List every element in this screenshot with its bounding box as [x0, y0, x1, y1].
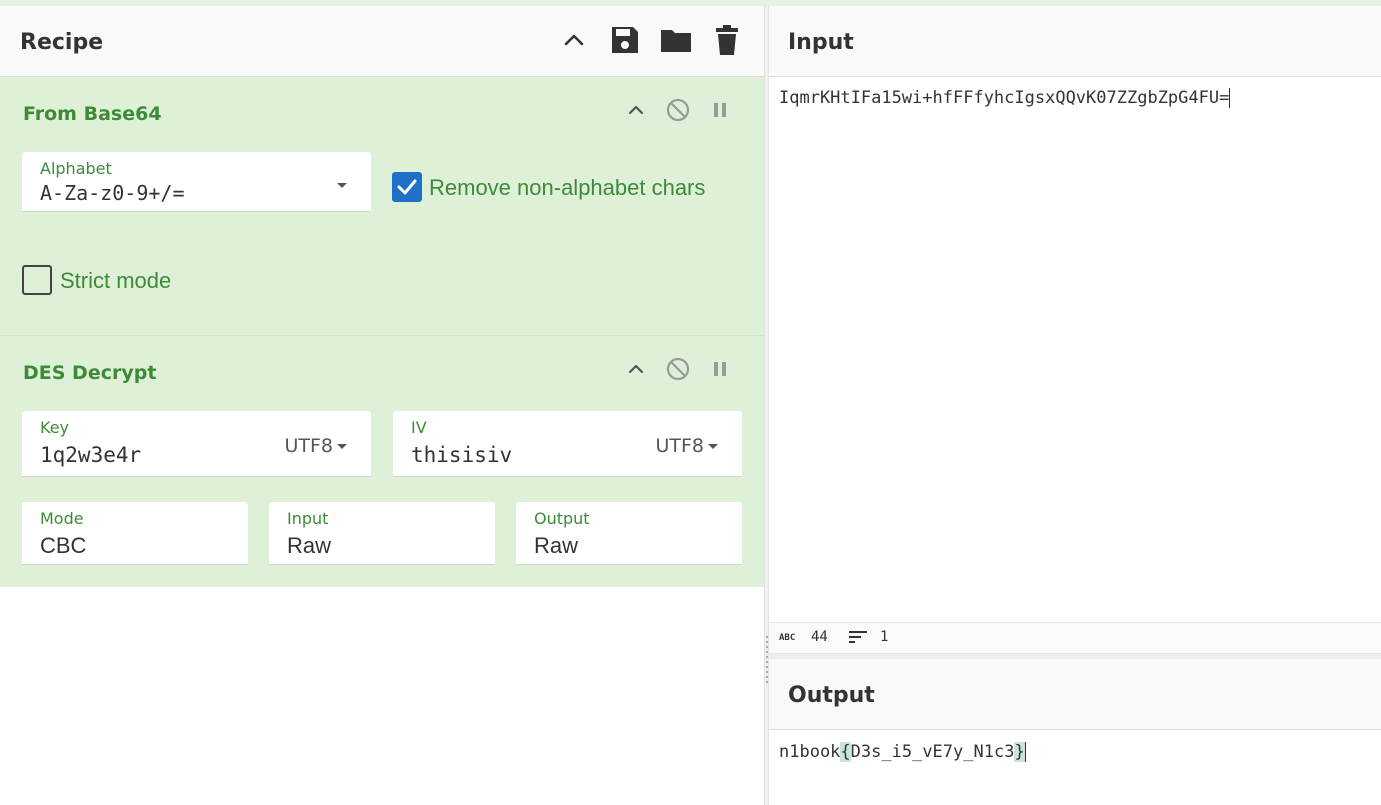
operation-title: DES Decrypt — [23, 362, 157, 384]
key-encoding-dropdown[interactable]: UTF8 — [284, 435, 347, 457]
char-count: 44 — [811, 629, 828, 645]
line-count-icon — [849, 629, 869, 649]
input-textarea[interactable]: IqmrKHtIFa15wi+hfFFfyhcIgsxQQvK07ZZgbZpG… — [779, 88, 1231, 108]
operation-title: From Base64 — [23, 103, 162, 125]
alphabet-value: A-Za-z0-9+/= — [40, 181, 185, 205]
key-field[interactable]: Key 1q2w3e4r UTF8 — [22, 411, 371, 477]
disable-icon[interactable] — [664, 355, 692, 383]
operation-des-decrypt: DES Decrypt Key 1q2w3e4r UTF8 IV thisisi… — [0, 336, 764, 587]
input-header: Input — [769, 6, 1381, 77]
mode-select[interactable]: Mode CBC — [22, 502, 248, 565]
pause-icon[interactable] — [706, 355, 734, 383]
folder-icon[interactable] — [660, 24, 692, 56]
iv-value: thisisiv — [411, 443, 513, 467]
mode-label: Mode — [40, 509, 84, 528]
output-format-select[interactable]: Output Raw — [516, 502, 742, 565]
line-count: 1 — [880, 629, 889, 645]
output-title: Output — [788, 683, 875, 708]
io-panel: Input IqmrKHtIFa15wi+hfFFfyhcIgsxQQvK07Z… — [769, 6, 1381, 805]
pause-icon[interactable] — [706, 96, 734, 124]
alphabet-select[interactable]: Alphabet A-Za-z0-9+/= — [22, 152, 371, 212]
output-text-prefix: n1book — [779, 742, 841, 762]
iv-encoding-label: UTF8 — [655, 435, 704, 457]
output-text-inner: D3s_i5_vE7y_N1c3 — [850, 742, 1015, 762]
iv-label: IV — [411, 418, 427, 437]
mode-value: CBC — [40, 533, 87, 558]
key-value: 1q2w3e4r — [40, 443, 142, 467]
collapse-chevron-icon[interactable] — [622, 96, 650, 124]
save-icon[interactable] — [609, 24, 641, 56]
text-cursor — [1229, 88, 1231, 108]
trash-icon[interactable] — [711, 24, 743, 56]
input-format-label: Input — [287, 509, 329, 528]
input-title: Input — [788, 30, 854, 55]
disable-icon[interactable] — [664, 96, 692, 124]
recipe-header: Recipe — [0, 6, 764, 77]
char-count-icon: ABC — [779, 633, 796, 643]
input-text: IqmrKHtIFa15wi+hfFFfyhcIgsxQQvK07ZZgbZpG… — [779, 88, 1230, 108]
caret-down-icon — [337, 444, 347, 449]
key-encoding-label: UTF8 — [284, 435, 333, 457]
remove-nonalpha-label: Remove non-alphabet chars — [429, 175, 706, 200]
output-brace-open: { — [840, 742, 851, 762]
chevron-up-icon[interactable] — [558, 24, 590, 56]
caret-down-icon — [708, 444, 718, 449]
chevron-down-icon — [333, 174, 347, 196]
resize-grip-icon[interactable] — [766, 636, 768, 684]
collapse-chevron-icon[interactable] — [622, 355, 650, 383]
text-cursor — [1024, 742, 1026, 762]
output-format-value: Raw — [534, 533, 579, 558]
iv-field[interactable]: IV thisisiv UTF8 — [393, 411, 742, 477]
output-header: Output — [769, 659, 1381, 730]
output-brace-close: } — [1014, 742, 1025, 762]
recipe-panel: Recipe From Base64 Alphabet A-Za-z0-9+/= — [0, 6, 764, 805]
iv-encoding-dropdown[interactable]: UTF8 — [655, 435, 718, 457]
recipe-title: Recipe — [20, 30, 104, 55]
input-format-select[interactable]: Input Raw — [269, 502, 495, 565]
operation-from-base64: From Base64 Alphabet A-Za-z0-9+/= Remove… — [0, 77, 764, 336]
checkmark-icon — [397, 179, 417, 195]
output-textarea[interactable]: n1book{D3s_i5_vE7y_N1c3} — [779, 742, 1026, 762]
input-format-value: Raw — [287, 533, 332, 558]
strict-mode-label: Strict mode — [60, 268, 172, 293]
input-status-bar: ABC 44 1 — [769, 622, 1381, 654]
alphabet-label: Alphabet — [40, 159, 112, 178]
remove-nonalpha-checkbox[interactable] — [392, 172, 422, 202]
strict-mode-checkbox[interactable] — [22, 265, 52, 295]
key-label: Key — [40, 418, 70, 437]
output-format-label: Output — [534, 509, 590, 528]
